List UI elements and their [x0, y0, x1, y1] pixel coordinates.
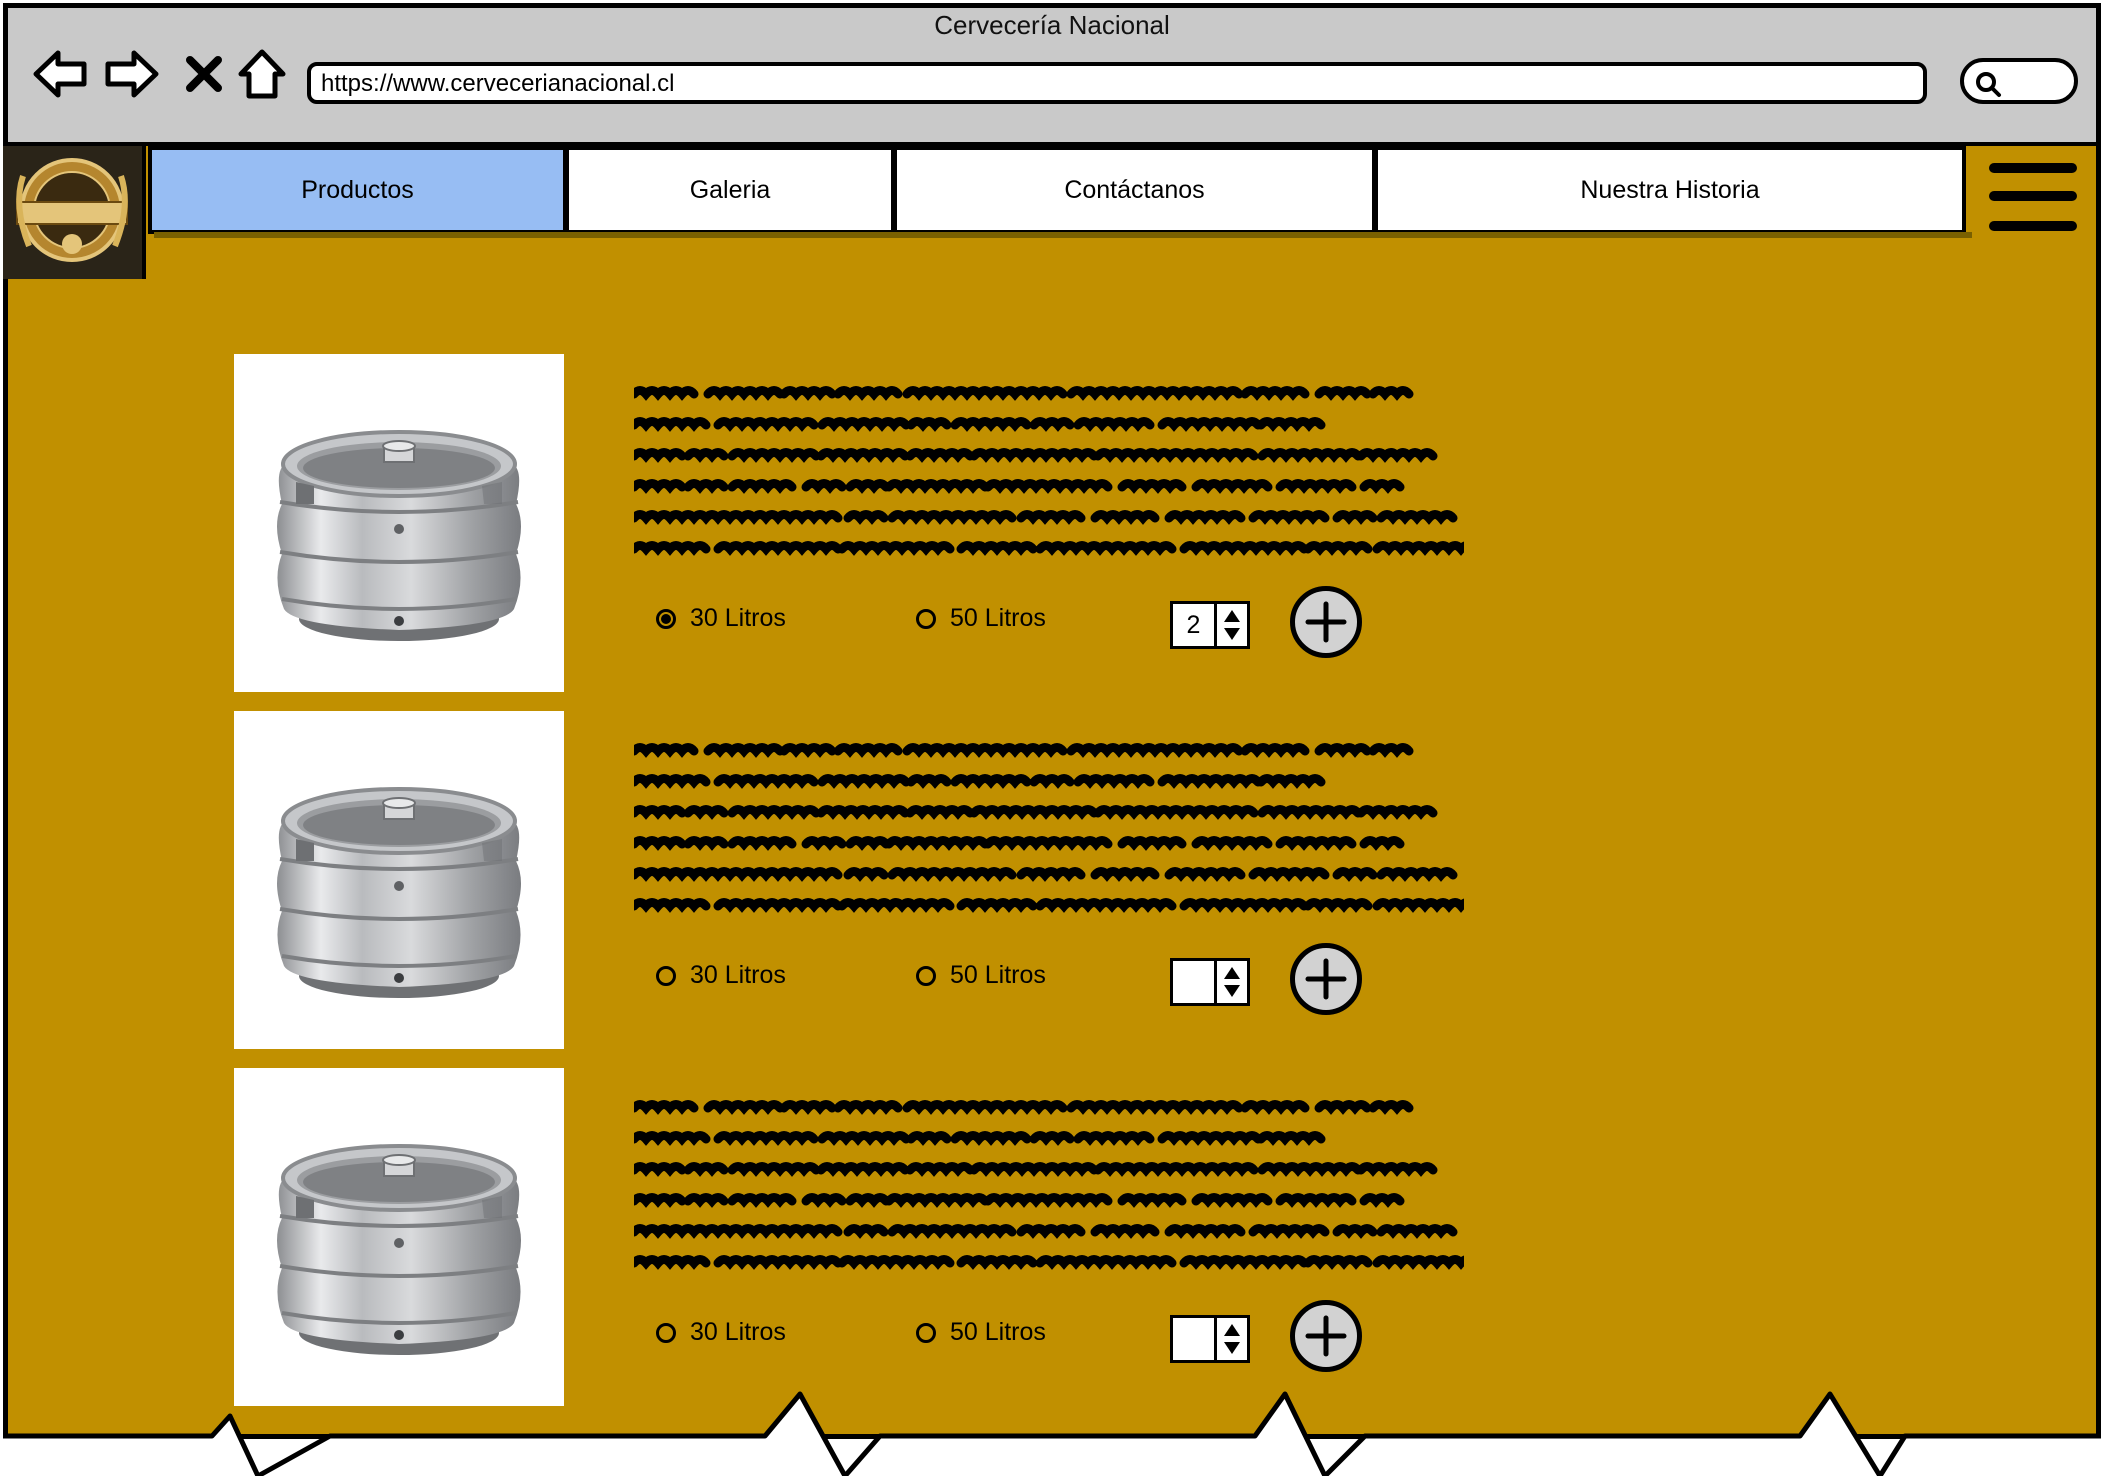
product-image	[234, 1068, 564, 1406]
stepper-arrows-icon[interactable]	[1217, 604, 1247, 646]
close-icon[interactable]	[174, 46, 234, 102]
product-description	[629, 739, 1478, 919]
radio-label: 30 Litros	[690, 1318, 786, 1346]
radio-dot	[661, 613, 671, 624]
brand-logo[interactable]	[3, 146, 146, 279]
tab-nuestra-historia[interactable]: Nuestra Historia	[1374, 146, 1966, 234]
quantity-stepper[interactable]: 2	[1170, 601, 1250, 649]
radio-label: 30 Litros	[690, 604, 786, 632]
window-title: Cervecería Nacional	[934, 10, 1170, 40]
add-to-cart-button[interactable]	[1290, 1300, 1362, 1372]
quantity-stepper[interactable]	[1170, 958, 1250, 1006]
radio-circle	[656, 1322, 676, 1343]
product-description	[629, 1096, 1478, 1276]
quantity-value[interactable]: 2	[1173, 604, 1217, 646]
forward-arrow-icon[interactable]	[102, 46, 162, 102]
torn-edge	[0, 1391, 2104, 1476]
quantity-stepper[interactable]	[1170, 1315, 1250, 1363]
stepper-arrows-icon[interactable]	[1217, 961, 1247, 1003]
radio-30-litros[interactable]: 30 Litros	[656, 604, 786, 633]
stepper-arrows-icon[interactable]	[1217, 1318, 1247, 1360]
hamburger-menu-icon[interactable]	[1988, 160, 2078, 240]
plus-icon	[1305, 601, 1347, 643]
radio-30-litros[interactable]: 30 Litros	[656, 961, 786, 990]
product-description	[629, 382, 1478, 562]
radio-circle	[916, 608, 936, 629]
quantity-value[interactable]	[1173, 1318, 1217, 1360]
plus-icon	[1305, 1315, 1347, 1357]
radio-label: 50 Litros	[950, 1318, 1046, 1346]
quantity-value[interactable]	[1173, 961, 1217, 1003]
radio-50-litros[interactable]: 50 Litros	[916, 1318, 1046, 1347]
radio-50-litros[interactable]: 50 Litros	[916, 604, 1046, 633]
radio-label: 50 Litros	[950, 604, 1046, 632]
search-icon	[1976, 72, 2001, 97]
radio-label: 30 Litros	[690, 961, 786, 989]
add-to-cart-button[interactable]	[1290, 943, 1362, 1015]
tab-contactanos[interactable]: Contáctanos	[893, 146, 1376, 234]
back-arrow-icon[interactable]	[30, 46, 90, 102]
radio-circle	[916, 965, 936, 986]
radio-circle	[656, 965, 676, 986]
radio-label: 50 Litros	[950, 961, 1046, 989]
search-box[interactable]	[1960, 58, 2078, 104]
tab-galeria[interactable]: Galeria	[565, 146, 895, 234]
radio-30-litros[interactable]: 30 Litros	[656, 1318, 786, 1347]
radio-50-litros[interactable]: 50 Litros	[916, 961, 1046, 990]
url-bar[interactable]: https://www.cervecerianacional.cl	[307, 62, 1927, 104]
product-image	[234, 711, 564, 1049]
nav-shadow	[154, 232, 1972, 238]
tab-productos[interactable]: Productos	[148, 146, 567, 234]
add-to-cart-button[interactable]	[1290, 586, 1362, 658]
product-image	[234, 354, 564, 692]
plus-icon	[1305, 958, 1347, 1000]
home-icon[interactable]	[232, 46, 292, 102]
radio-circle	[916, 1322, 936, 1343]
radio-circle	[656, 608, 676, 629]
